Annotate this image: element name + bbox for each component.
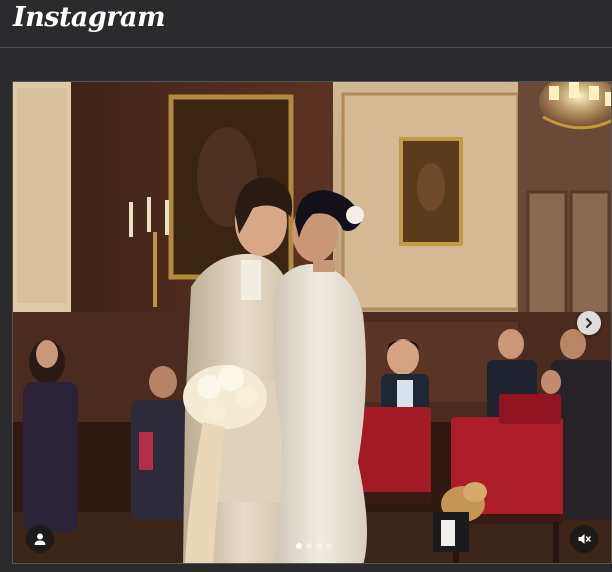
carousel-indicator (296, 543, 332, 549)
carousel-dot (326, 543, 332, 549)
audio-mute-button[interactable] (570, 525, 598, 553)
top-navigation-bar: Instagram (0, 0, 612, 48)
post-photo[interactable] (13, 82, 612, 564)
person-icon (34, 533, 46, 545)
carousel-dot (306, 543, 312, 549)
carousel-dot (296, 543, 302, 549)
chevron-right-icon (585, 317, 593, 329)
instagram-logo[interactable]: Instagram (13, 2, 166, 33)
tagged-people-button[interactable] (26, 525, 54, 553)
carousel-dot (316, 543, 322, 549)
speaker-muted-icon (578, 534, 591, 544)
carousel-next-button[interactable] (577, 311, 601, 335)
post-media-container (12, 81, 612, 564)
